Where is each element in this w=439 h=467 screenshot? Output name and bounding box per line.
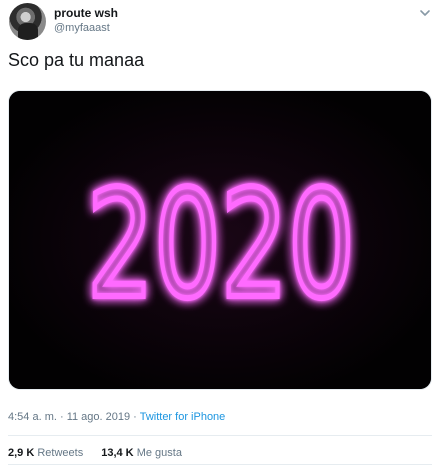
neon-2020-text: 2020	[87, 159, 355, 331]
retweets-label: Retweets	[37, 447, 84, 459]
display-name[interactable]: proute wsh	[54, 6, 118, 20]
tweet: proute wsh @myfaaast Sco pa tu manaa 202…	[0, 0, 439, 467]
divider	[8, 435, 432, 436]
retweets-stat[interactable]: 2,9 K Retweets	[8, 447, 83, 459]
tweet-image[interactable]: 2020	[8, 90, 432, 390]
tweet-source-link[interactable]: Twitter for iPhone	[140, 411, 226, 423]
chevron-down-icon[interactable]	[418, 6, 432, 20]
meta-separator: ·	[130, 411, 140, 423]
divider	[8, 464, 432, 465]
tweet-date[interactable]: 11 ago. 2019	[67, 411, 130, 423]
username[interactable]: @myfaaast	[54, 22, 110, 34]
tweet-text: Sco pa tu manaa	[8, 50, 145, 70]
likes-stat[interactable]: 13,4 K Me gusta	[101, 447, 182, 459]
meta-separator: ·	[56, 411, 67, 423]
neon-image: 2020	[9, 91, 431, 389]
retweets-count: 2,9 K	[8, 447, 35, 459]
tweet-meta: 4:54 a. m. · 11 ago. 2019 · Twitter for …	[8, 411, 225, 423]
tweet-stats: 2,9 K Retweets 13,4 K Me gusta	[8, 447, 200, 459]
tweet-time[interactable]: 4:54 a. m.	[8, 411, 57, 423]
likes-count: 13,4 K	[101, 447, 134, 459]
avatar[interactable]	[9, 3, 46, 40]
likes-label: Me gusta	[136, 447, 182, 459]
